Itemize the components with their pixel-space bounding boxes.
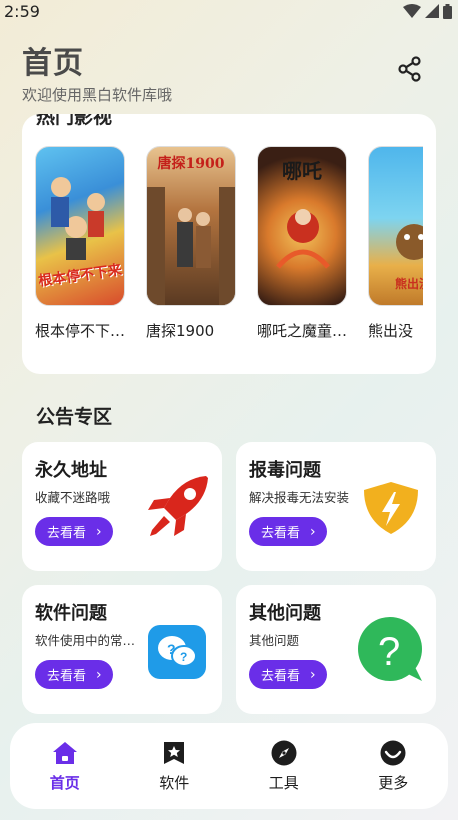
status-time: 2:59 xyxy=(4,1,40,21)
notice-card-virus-report[interactable]: 报毒问题 解决报毒无法安装 去看看 › xyxy=(236,442,436,571)
go-see-button[interactable]: 去看看 › xyxy=(35,517,113,546)
bottom-nav: 首页 软件 工具 更多 xyxy=(10,723,448,809)
battery-icon xyxy=(443,3,452,19)
nav-item-tools[interactable]: 工具 xyxy=(239,740,329,793)
chevron-right-icon: › xyxy=(96,666,102,683)
go-see-button[interactable]: 去看看 › xyxy=(249,660,327,689)
nav-label: 工具 xyxy=(268,773,299,792)
movie-poster[interactable]: 唐探1900 xyxy=(146,146,236,306)
notice-title: 软件问题 xyxy=(35,603,107,624)
hot-movies-card: 热门影视 根本停不下来 根本停不下… 唐探1900 唐探1900 哪吒 哪吒之魔… xyxy=(22,114,436,374)
notice-section-title: 公告专区 xyxy=(36,406,113,428)
home-icon xyxy=(52,741,77,764)
movie-list[interactable]: 根本停不下来 根本停不下… 唐探1900 唐探1900 哪吒 哪吒之魔童… 熊出… xyxy=(35,146,423,356)
compass-icon xyxy=(271,740,297,765)
movie-item[interactable]: 熊出没 熊出没 xyxy=(368,146,423,341)
share-icon xyxy=(398,56,421,82)
movie-item[interactable]: 唐探1900 唐探1900 xyxy=(146,146,236,341)
go-see-button[interactable]: 去看看 › xyxy=(249,517,327,546)
notice-title: 永久地址 xyxy=(35,460,107,481)
page-title: 首页 xyxy=(22,46,84,81)
notice-card-software-issues[interactable]: 软件问题 软件使用中的常… 去看看 › ? ? xyxy=(22,585,222,714)
nav-label: 更多 xyxy=(378,773,409,792)
go-see-label: 去看看 xyxy=(47,669,87,684)
movie-name: 唐探1900 xyxy=(146,322,215,340)
poster-art xyxy=(147,187,235,305)
signal-icon xyxy=(425,4,439,18)
notice-card-other-issues[interactable]: 其他问题 其他问题 去看看 › ? xyxy=(236,585,436,714)
movie-poster[interactable]: 根本停不下来 xyxy=(35,146,125,306)
movie-poster[interactable]: 熊出没 xyxy=(368,146,423,306)
status-bar: 2:59 xyxy=(0,0,458,22)
nav-item-software[interactable]: 软件 xyxy=(129,740,219,793)
movie-name: 熊出没 xyxy=(368,322,414,340)
movie-name: 根本停不下… xyxy=(35,322,126,340)
smile-icon xyxy=(380,740,406,765)
wifi-icon xyxy=(403,4,421,18)
notice-desc: 收藏不迷路哦 xyxy=(35,490,111,505)
notice-title: 报毒问题 xyxy=(249,460,321,481)
chevron-right-icon: › xyxy=(310,523,316,540)
nav-item-more[interactable]: 更多 xyxy=(348,740,438,793)
notice-title: 其他问题 xyxy=(249,603,321,624)
go-see-button[interactable]: 去看看 › xyxy=(35,660,113,689)
poster-art xyxy=(276,209,330,269)
movie-poster[interactable]: 哪吒 xyxy=(257,146,347,306)
go-see-label: 去看看 xyxy=(47,526,87,541)
header: 首页 欢迎使用黑白软件库哦 xyxy=(22,38,172,105)
movie-item[interactable]: 根本停不下来 根本停不下… xyxy=(35,146,125,341)
svg-text:?: ? xyxy=(180,650,187,664)
chevron-right-icon: › xyxy=(310,666,316,683)
movie-name: 哪吒之魔童… xyxy=(257,322,348,340)
movie-item[interactable]: 哪吒 哪吒之魔童… xyxy=(257,146,347,341)
svg-text:?: ? xyxy=(167,641,176,657)
rocket-icon xyxy=(148,476,208,536)
share-button[interactable] xyxy=(396,55,424,83)
nav-label: 首页 xyxy=(49,773,80,792)
star-bookmark-icon xyxy=(164,741,185,764)
question-bubble-icon: ? xyxy=(358,617,422,681)
notice-card-permanent-address[interactable]: 永久地址 收藏不迷路哦 去看看 › xyxy=(22,442,222,571)
notice-desc: 其他问题 xyxy=(249,633,300,648)
go-see-label: 去看看 xyxy=(261,526,301,541)
status-icons xyxy=(403,3,452,19)
chat-question-icon: ? ? xyxy=(148,625,206,679)
svg-text:?: ? xyxy=(378,630,400,674)
nav-label: 软件 xyxy=(159,773,190,792)
shield-lightning-icon xyxy=(364,482,418,534)
chevron-right-icon: › xyxy=(96,523,102,540)
notice-desc: 软件使用中的常… xyxy=(35,633,135,648)
notice-desc: 解决报毒无法安装 xyxy=(249,490,350,505)
nav-item-home[interactable]: 首页 xyxy=(20,740,110,793)
poster-title: 熊出没 xyxy=(394,277,423,291)
go-see-label: 去看看 xyxy=(261,669,301,684)
page-subtitle: 欢迎使用黑白软件库哦 xyxy=(22,86,173,104)
movies-section-title: 热门影视 xyxy=(36,114,113,128)
